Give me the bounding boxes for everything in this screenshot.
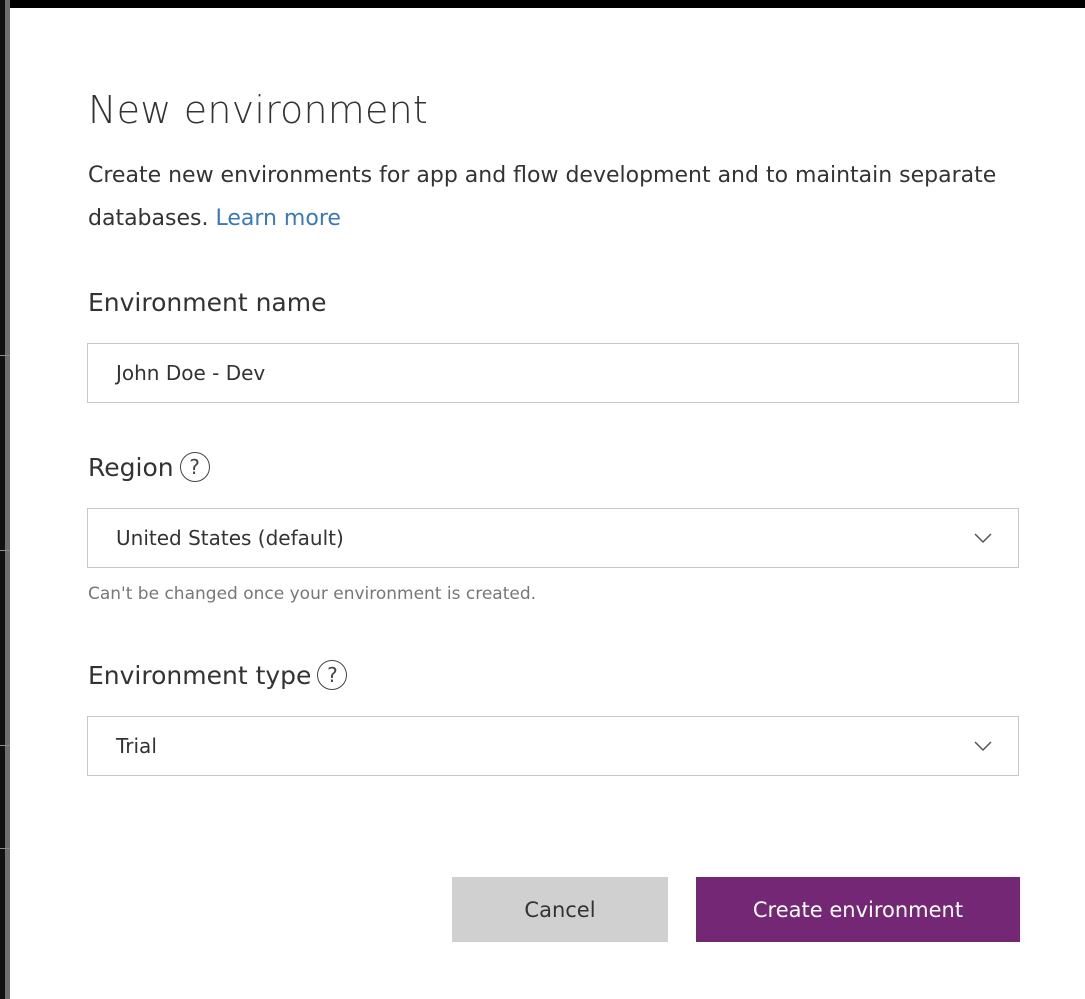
region-hint: Can't be changed once your environment i… — [88, 584, 537, 604]
cancel-button[interactable]: Cancel — [452, 877, 668, 942]
environment-name-input[interactable]: John Doe - Dev — [87, 343, 1019, 403]
background-divider — [0, 550, 10, 551]
cancel-button-label: Cancel — [524, 897, 596, 922]
create-environment-button-label: Create environment — [752, 897, 964, 922]
new-environment-dialog: New environment Create new environments … — [10, 8, 1085, 999]
region-help-icon[interactable]: ? — [179, 452, 210, 482]
environment-type-help-icon[interactable]: ? — [317, 660, 348, 690]
chevron-down-icon — [974, 741, 992, 752]
background-divider — [0, 745, 10, 746]
region-value: United States (default) — [116, 526, 344, 550]
environment-name-label: Environment name — [88, 288, 326, 317]
learn-more-link[interactable]: Learn more — [215, 206, 340, 231]
create-environment-button[interactable]: Create environment — [696, 877, 1020, 942]
environment-type-select[interactable]: Trial — [87, 716, 1019, 776]
background-divider — [0, 355, 10, 356]
window-top-border — [0, 0, 1085, 8]
environment-type-label: Environment type ? — [88, 660, 348, 690]
region-label-text: Region — [88, 452, 174, 482]
environment-type-label-text: Environment type — [88, 660, 312, 690]
environment-name-label-text: Environment name — [88, 288, 327, 317]
dialog-description: Create new environments for app and flow… — [88, 154, 1048, 240]
background-divider — [0, 848, 10, 849]
chevron-down-icon — [974, 533, 992, 544]
environment-name-value: John Doe - Dev — [116, 361, 266, 385]
region-label: Region ? — [88, 452, 210, 482]
region-select[interactable]: United States (default) — [87, 508, 1019, 568]
background-edge — [0, 0, 10, 999]
dialog-title: New environment — [88, 88, 428, 132]
environment-type-value: Trial — [116, 734, 157, 758]
